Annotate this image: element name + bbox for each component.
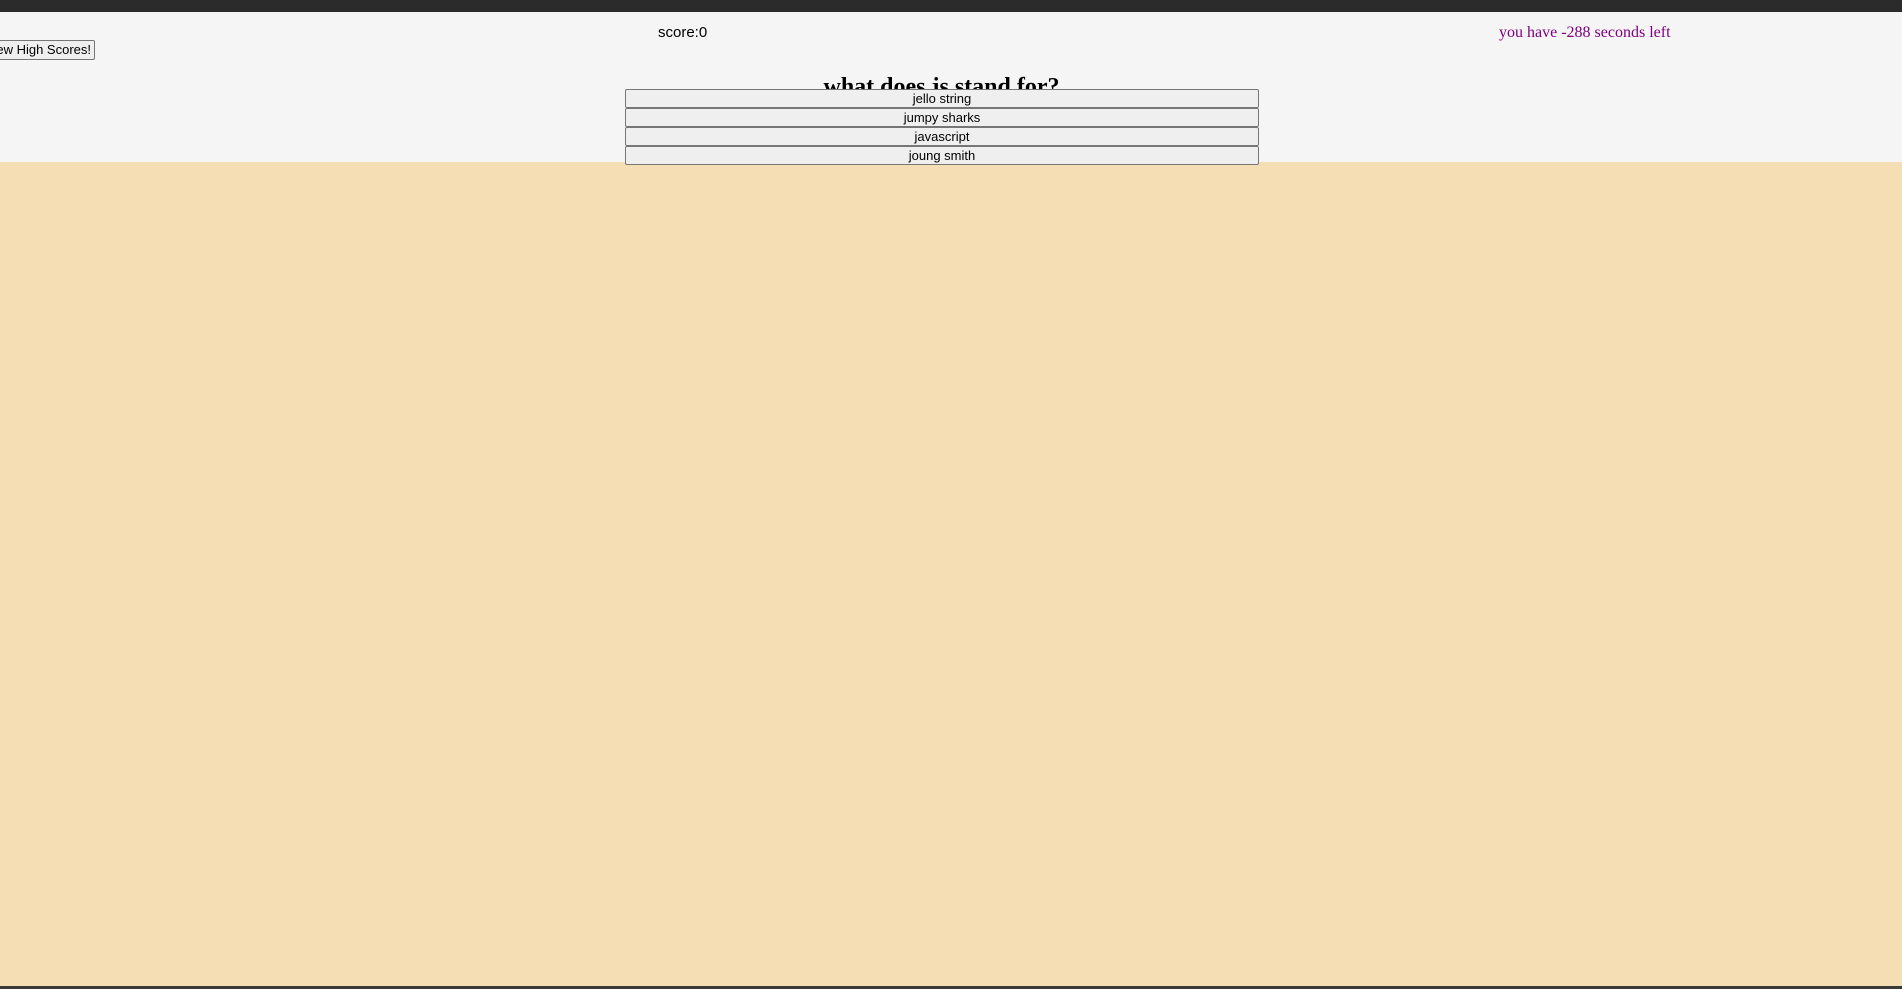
answer-button-1[interactable]: jello string bbox=[625, 89, 1259, 108]
browser-toolbar-strip bbox=[0, 0, 1902, 12]
answer-button-2[interactable]: jumpy sharks bbox=[625, 108, 1259, 127]
answer-list: jello string jumpy sharks javascript jou… bbox=[625, 89, 1259, 165]
view-high-scores-button[interactable]: ew High Scores! bbox=[0, 40, 95, 60]
answer-button-4[interactable]: joung smith bbox=[625, 146, 1259, 165]
answer-button-3[interactable]: javascript bbox=[625, 127, 1259, 146]
score-display: score:0 bbox=[658, 24, 708, 41]
timer-display: you have -288 seconds left bbox=[1499, 24, 1671, 41]
